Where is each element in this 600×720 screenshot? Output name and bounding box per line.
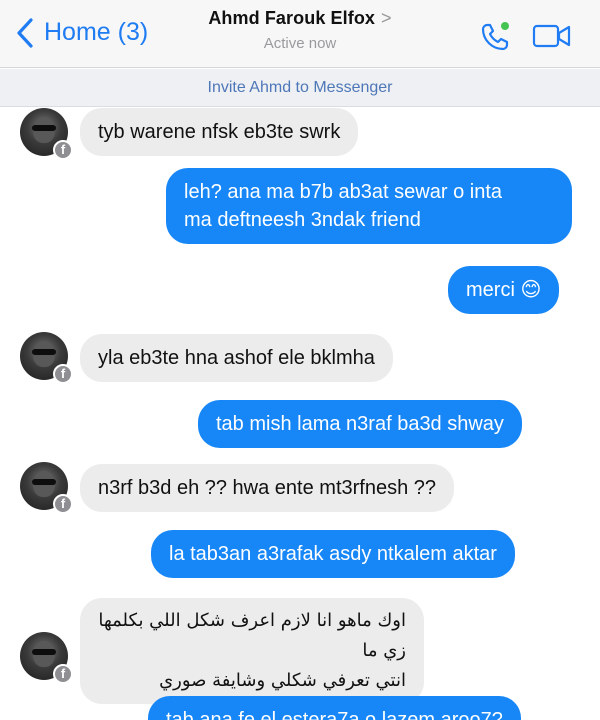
- outgoing-message[interactable]: tab ana fe el estera7a o lazem aroo7?: [148, 696, 521, 720]
- contact-avatar[interactable]: f: [20, 462, 73, 514]
- incoming-message[interactable]: yla eb3te hna ashof ele bklmha: [80, 334, 393, 382]
- online-dot: [501, 22, 509, 30]
- outgoing-message[interactable]: la tab3an a3rafak asdy ntkalem aktar: [151, 530, 515, 578]
- contact-avatar[interactable]: f: [20, 332, 73, 384]
- outgoing-message[interactable]: tab mish lama n3raf ba3d shway: [198, 400, 522, 448]
- contact-avatar[interactable]: f: [20, 632, 73, 684]
- chat-header: Home (3) Ahmd Farouk Elfox > Active now: [0, 0, 600, 68]
- outgoing-message[interactable]: leh? ana ma b7b ab3at sewar o inta ma de…: [166, 168, 572, 244]
- facebook-badge-icon: f: [53, 664, 73, 684]
- invite-banner[interactable]: Invite Ahmd to Messenger: [0, 69, 600, 107]
- contact-avatar[interactable]: f: [20, 108, 73, 160]
- facebook-badge-icon: f: [53, 140, 73, 160]
- chevron-right-icon: >: [381, 8, 392, 28]
- facebook-badge-icon: f: [53, 494, 73, 514]
- message-list: f tyb warene nfsk eb3te swrk leh? ana ma…: [0, 108, 600, 720]
- video-call-icon[interactable]: [532, 22, 572, 55]
- incoming-message[interactable]: n3rf b3d eh ?? hwa ente mt3rfnesh ??: [80, 464, 455, 512]
- contact-name[interactable]: Ahmd Farouk Elfox: [208, 8, 375, 28]
- incoming-message[interactable]: اوك ماهو انا لازم اعرف شكل اللي بكلمها ز…: [80, 598, 424, 704]
- outgoing-message[interactable]: merci 😊: [448, 266, 560, 314]
- incoming-message[interactable]: tyb warene nfsk eb3te swrk: [80, 108, 359, 156]
- facebook-badge-icon: f: [53, 364, 73, 384]
- phone-call-icon[interactable]: [478, 20, 512, 59]
